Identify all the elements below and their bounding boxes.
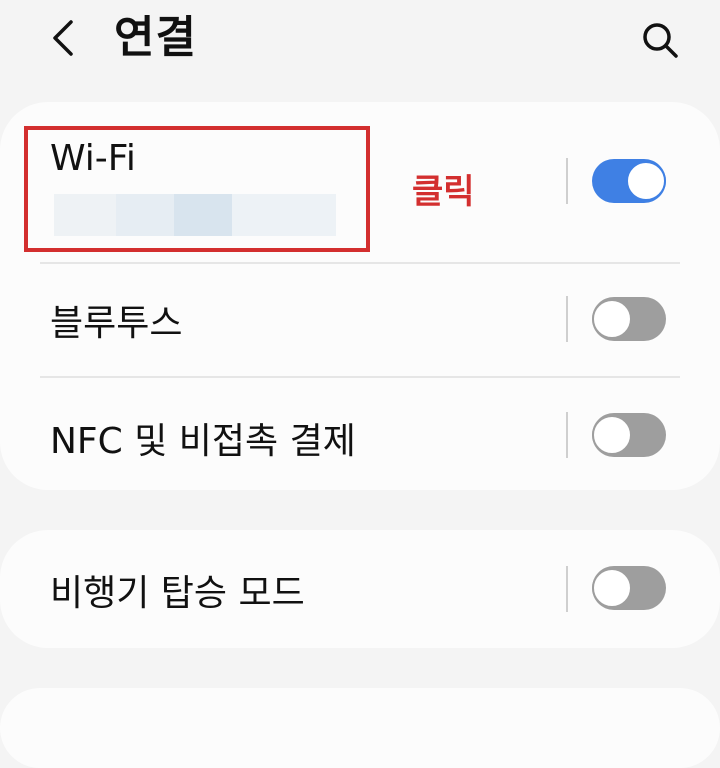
bluetooth-separator <box>566 296 568 342</box>
airplane-toggle[interactable] <box>592 566 666 610</box>
nfc-separator <box>566 412 568 458</box>
chevron-left-icon <box>53 20 73 56</box>
app-header: 연결 <box>0 0 720 90</box>
airplane-card: 비행기 탑승 모드 <box>0 530 720 648</box>
nfc-label: NFC 및 비접촉 결제 <box>50 421 356 462</box>
wifi-toggle[interactable] <box>592 159 666 203</box>
bluetooth-label: 블루투스 <box>50 303 183 344</box>
airplane-separator <box>566 566 568 612</box>
wifi-separator <box>566 158 568 204</box>
wifi-highlight-box <box>24 126 370 252</box>
search-button[interactable] <box>632 12 688 68</box>
page-title: 연결 <box>114 12 197 63</box>
nfc-toggle[interactable] <box>592 413 666 457</box>
bluetooth-toggle[interactable] <box>592 297 666 341</box>
airplane-label: 비행기 탑승 모드 <box>50 573 305 614</box>
bluetooth-row[interactable]: 블루투스 <box>0 264 720 378</box>
nfc-row[interactable]: NFC 및 비접촉 결제 <box>0 378 720 490</box>
search-icon <box>643 23 678 58</box>
next-card <box>0 688 720 768</box>
airplane-row[interactable]: 비행기 탑승 모드 <box>0 530 720 648</box>
click-annotation: 클릭 <box>412 172 475 212</box>
back-button[interactable] <box>36 10 92 66</box>
